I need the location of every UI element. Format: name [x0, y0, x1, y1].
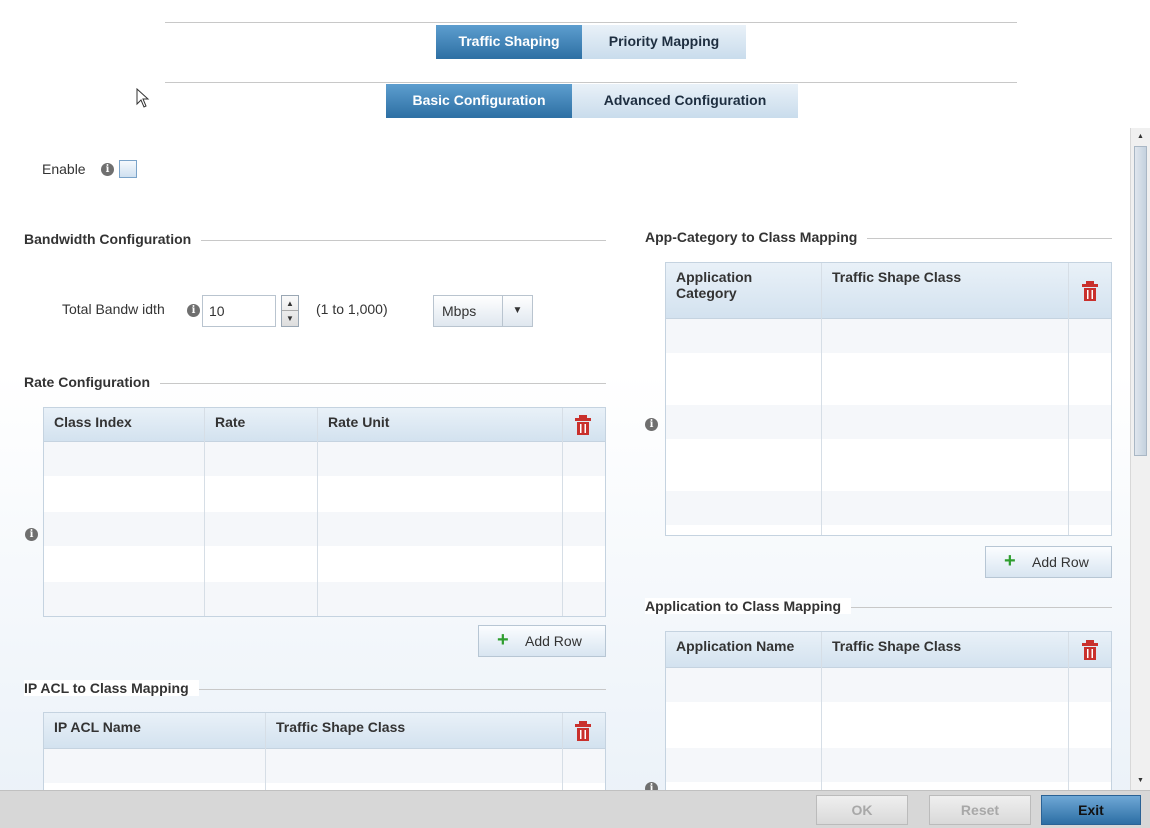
ipacl-table: IP ACL Name Traffic Shape Class	[43, 712, 606, 802]
table-row[interactable]	[44, 512, 605, 546]
table-row[interactable]	[666, 708, 1111, 742]
info-icon[interactable]: i	[25, 528, 38, 541]
exit-button[interactable]: Exit	[1041, 795, 1141, 825]
col-class-index: Class Index	[44, 408, 205, 441]
column-divider	[1068, 263, 1069, 535]
table-row[interactable]	[666, 748, 1111, 782]
stepper-down-icon[interactable]: ▼	[282, 311, 298, 326]
appcat-add-row-button[interactable]: + Add Row	[985, 546, 1112, 578]
col-application-category: Application Category	[666, 263, 822, 318]
table-row[interactable]	[666, 448, 1111, 482]
table-row[interactable]	[666, 668, 1111, 702]
info-icon[interactable]: i	[187, 304, 200, 317]
table-row[interactable]	[44, 749, 605, 783]
top-tab-divider	[165, 22, 1017, 23]
total-bandwidth-input[interactable]: 10	[202, 295, 276, 327]
col-rate-unit: Rate Unit	[318, 408, 563, 441]
col-traffic-shape-class: Traffic Shape Class	[266, 713, 563, 748]
tab-advanced-configuration[interactable]: Advanced Configuration	[572, 84, 798, 118]
info-icon[interactable]: i	[645, 418, 658, 431]
bandwidth-section-title: Bandwidth Configuration	[24, 231, 202, 247]
ipacl-section-title: IP ACL to Class Mapping	[24, 680, 199, 696]
rate-add-row-button[interactable]: + Add Row	[478, 625, 606, 657]
application-table-header: Application Name Traffic Shape Class	[666, 632, 1111, 668]
column-divider	[821, 632, 822, 800]
scroll-down-icon[interactable]: ▼	[1134, 774, 1147, 788]
trash-icon[interactable]	[574, 721, 592, 741]
table-row[interactable]	[44, 477, 605, 511]
ipacl-table-header: IP ACL Name Traffic Shape Class	[44, 713, 605, 749]
plus-icon: +	[1004, 550, 1016, 572]
column-divider	[562, 713, 563, 801]
tab-priority-mapping[interactable]: Priority Mapping	[582, 25, 746, 59]
tab-traffic-shaping[interactable]: Traffic Shaping	[436, 25, 582, 59]
table-row[interactable]	[666, 491, 1111, 525]
table-row[interactable]	[666, 319, 1111, 353]
col-ip-acl-name: IP ACL Name	[44, 713, 266, 748]
rate-table: Class Index Rate Rate Unit	[43, 407, 606, 617]
sub-tab-divider	[165, 82, 1017, 83]
add-row-label: Add Row	[525, 633, 582, 649]
column-divider	[562, 408, 563, 616]
stepper-up-icon[interactable]: ▲	[282, 296, 298, 311]
appcat-table: Application Category Traffic Shape Class	[665, 262, 1112, 536]
table-row[interactable]	[44, 442, 605, 476]
plus-icon: +	[497, 629, 509, 651]
table-row[interactable]	[44, 547, 605, 581]
appcat-table-header: Application Category Traffic Shape Class	[666, 263, 1111, 319]
enable-checkbox[interactable]	[119, 160, 137, 178]
column-divider	[204, 408, 205, 616]
cursor-arrow-icon	[136, 88, 150, 108]
col-application-name: Application Name	[666, 632, 822, 667]
rate-table-header: Class Index Rate Rate Unit	[44, 408, 605, 442]
trash-icon[interactable]	[574, 415, 592, 435]
rate-section-title: Rate Configuration	[24, 374, 160, 390]
column-divider	[317, 408, 318, 616]
column-divider	[1068, 632, 1069, 800]
table-row[interactable]	[666, 362, 1111, 396]
col-rate: Rate	[205, 408, 318, 441]
appcat-section-title: App-Category to Class Mapping	[645, 229, 868, 245]
tab-basic-configuration[interactable]: Basic Configuration	[386, 84, 572, 118]
total-bandwidth-label: Total Bandw idth	[62, 301, 165, 317]
table-row[interactable]	[666, 405, 1111, 439]
table-row[interactable]	[44, 582, 605, 616]
trash-icon[interactable]	[1081, 281, 1099, 301]
vertical-scrollbar[interactable]: ▲ ▼	[1130, 128, 1150, 790]
trash-icon[interactable]	[1081, 640, 1099, 660]
scroll-up-icon[interactable]: ▲	[1134, 130, 1147, 144]
bandwidth-unit-value: Mbps	[442, 303, 477, 319]
bandwidth-range-hint: (1 to 1,000)	[316, 301, 388, 317]
column-divider	[265, 713, 266, 801]
enable-label: Enable	[42, 161, 86, 177]
chevron-down-icon: ▼	[502, 296, 532, 326]
column-divider	[821, 263, 822, 535]
application-table: Application Name Traffic Shape Class	[665, 631, 1112, 801]
bandwidth-unit-select[interactable]: Mbps ▼	[433, 295, 533, 327]
footer-bar: OK Reset Exit	[0, 790, 1150, 828]
ok-button[interactable]: OK	[816, 795, 908, 825]
col-traffic-shape-class: Traffic Shape Class	[822, 263, 1069, 318]
info-icon[interactable]: i	[101, 163, 114, 176]
application-section-title: Application to Class Mapping	[645, 598, 852, 614]
scroll-thumb[interactable]	[1134, 146, 1147, 456]
reset-button[interactable]: Reset	[929, 795, 1031, 825]
bandwidth-stepper[interactable]: ▲ ▼	[281, 295, 299, 327]
col-traffic-shape-class: Traffic Shape Class	[822, 632, 1069, 667]
add-row-label: Add Row	[1032, 554, 1089, 570]
